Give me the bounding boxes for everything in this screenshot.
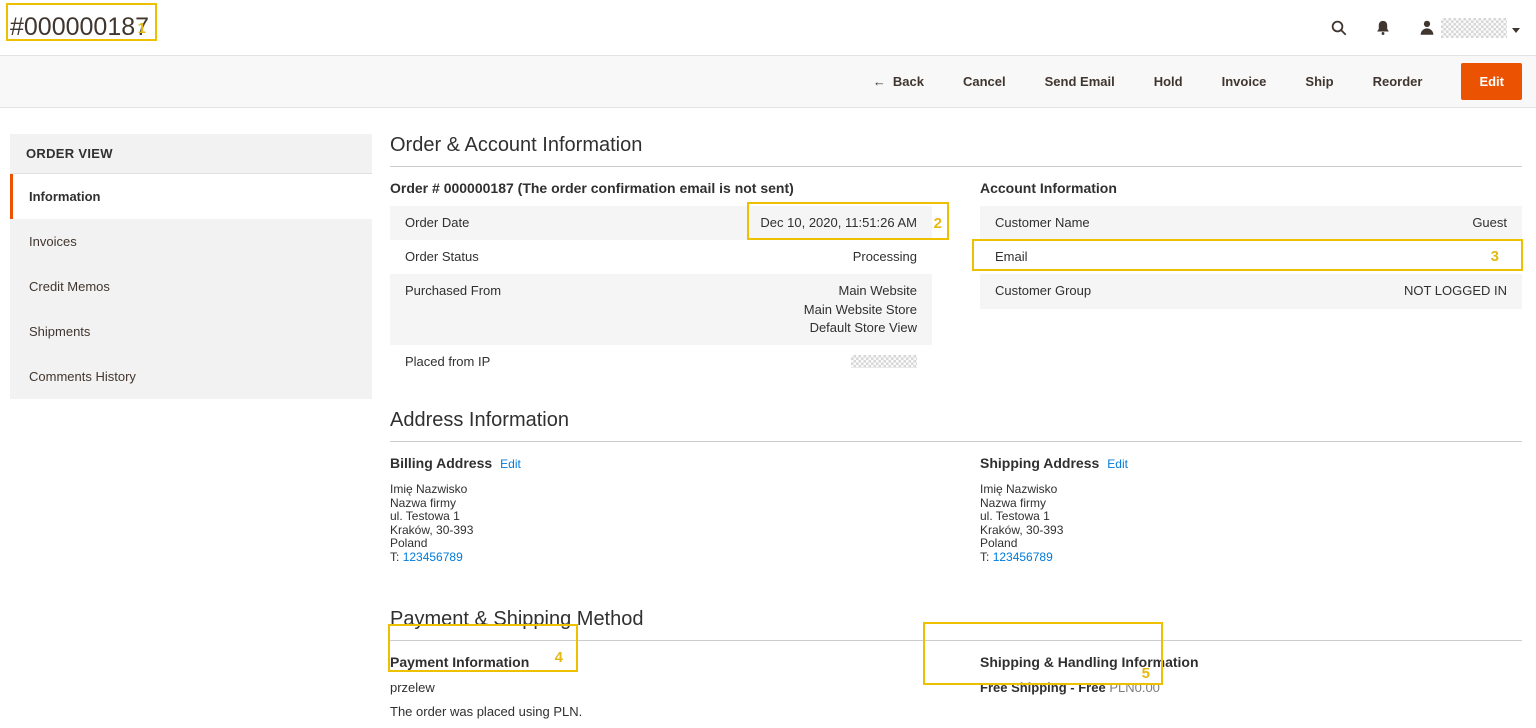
billing-address-block: Billing Address Edit Imię Nazwisko Nazwa…	[390, 455, 932, 564]
account-info-table: Customer Name Guest Email Customer Group…	[980, 206, 1522, 309]
back-arrow-icon: ←	[873, 74, 886, 89]
back-button[interactable]: ← Back	[873, 74, 924, 89]
account-menu[interactable]	[1418, 18, 1520, 38]
table-row: Placed from IP	[390, 345, 932, 379]
table-row: Customer Name Guest	[980, 206, 1522, 240]
table-row: Customer Group NOT LOGGED IN	[980, 274, 1522, 308]
shipping-address-heading: Shipping Address	[980, 455, 1099, 471]
invoice-button[interactable]: Invoice	[1222, 74, 1267, 89]
order-information-block: Order # 000000187 (The order confirmatio…	[390, 180, 932, 379]
payment-information-block: Payment Information przelew The order wa…	[390, 654, 932, 719]
sidebar-item-invoices[interactable]: Invoices	[10, 219, 372, 264]
customer-group-value: NOT LOGGED IN	[1404, 282, 1507, 300]
payment-currency-note: The order was placed using PLN.	[390, 704, 932, 719]
account-name-redacted	[1441, 18, 1507, 38]
payment-information-heading: Payment Information	[390, 654, 932, 670]
shipping-method: Free Shipping - Free PLN0.00	[980, 680, 1522, 695]
table-row: Order Date Dec 10, 2020, 11:51:26 AM	[390, 206, 932, 240]
order-account-section: Order & Account Information Order # 0000…	[390, 134, 1522, 379]
hold-button[interactable]: Hold	[1154, 74, 1183, 89]
chevron-down-icon	[1512, 28, 1520, 33]
sidebar-item-credit-memos[interactable]: Credit Memos	[10, 264, 372, 309]
sidebar-title: ORDER VIEW	[10, 134, 372, 174]
table-row: Purchased From Main Website Main Website…	[390, 274, 932, 345]
billing-address-edit-link[interactable]: Edit	[500, 457, 521, 471]
table-row: Order Status Processing	[390, 240, 932, 274]
shipping-handling-heading: Shipping & Handling Information	[980, 654, 1522, 670]
order-status-value: Processing	[853, 248, 917, 266]
order-info-table: Order Date Dec 10, 2020, 11:51:26 AM Ord…	[390, 206, 932, 379]
send-email-button[interactable]: Send Email	[1045, 74, 1115, 89]
purchased-from-value: Main Website Main Website Store Default …	[804, 282, 917, 337]
sidebar-item-information[interactable]: Information	[10, 174, 372, 219]
billing-address-text: Imię Nazwisko Nazwa firmy ul. Testowa 1 …	[390, 483, 932, 564]
billing-address-heading: Billing Address	[390, 455, 492, 471]
person-icon	[1418, 19, 1436, 37]
payment-method: przelew	[390, 680, 932, 695]
table-row: Email	[980, 240, 1522, 274]
billing-phone-link[interactable]: 123456789	[403, 550, 463, 564]
sidebar-item-shipments[interactable]: Shipments	[10, 309, 372, 354]
order-heading: Order # 000000187 (The order confirmatio…	[390, 180, 932, 196]
order-actions-toolbar: ← Back Cancel Send Email Hold Invoice Sh…	[0, 55, 1536, 108]
ship-button[interactable]: Ship	[1305, 74, 1333, 89]
header-actions	[1330, 18, 1520, 38]
order-date-value: Dec 10, 2020, 11:51:26 AM	[760, 214, 917, 232]
shipping-handling-block: Shipping & Handling Information Free Shi…	[980, 654, 1522, 719]
page-title: #000000187	[10, 13, 149, 42]
reorder-button[interactable]: Reorder	[1373, 74, 1423, 89]
search-icon[interactable]	[1330, 19, 1348, 37]
cancel-button[interactable]: Cancel	[963, 74, 1006, 89]
account-information-block: Account Information Customer Name Guest …	[980, 180, 1522, 379]
payment-shipping-section: Payment & Shipping Method Payment Inform…	[390, 608, 1522, 719]
shipping-address-text: Imię Nazwisko Nazwa firmy ul. Testowa 1 …	[980, 483, 1522, 564]
shipping-address-block: Shipping Address Edit Imię Nazwisko Nazw…	[980, 455, 1522, 564]
order-view-sidebar: ORDER VIEW Information Invoices Credit M…	[10, 134, 372, 399]
customer-name-value: Guest	[1472, 214, 1507, 232]
page-header: #000000187	[0, 0, 1536, 55]
address-section: Address Information Billing Address Edit…	[390, 409, 1522, 564]
ip-address-redacted	[851, 355, 917, 368]
edit-button[interactable]: Edit	[1461, 63, 1522, 100]
shipping-address-edit-link[interactable]: Edit	[1107, 457, 1128, 471]
address-section-title: Address Information	[390, 409, 1522, 442]
account-heading: Account Information	[980, 180, 1522, 196]
order-account-section-title: Order & Account Information	[390, 134, 1522, 167]
sidebar-item-comments-history[interactable]: Comments History	[10, 354, 372, 399]
bell-icon[interactable]	[1374, 19, 1392, 37]
payment-shipping-section-title: Payment & Shipping Method	[390, 608, 1522, 641]
shipping-phone-link[interactable]: 123456789	[993, 550, 1053, 564]
